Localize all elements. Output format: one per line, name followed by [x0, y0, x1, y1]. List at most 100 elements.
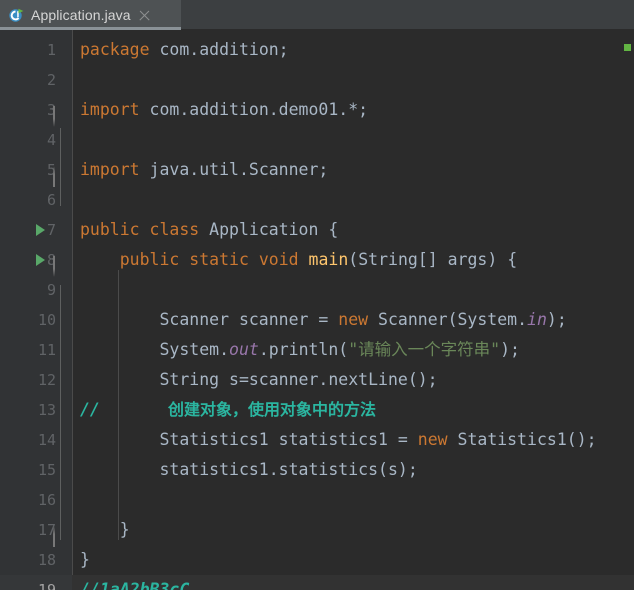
- code-token: java.util.Scanner;: [139, 160, 329, 179]
- code-token: (String[] args) {: [348, 250, 518, 269]
- code-line[interactable]: 4: [0, 125, 634, 155]
- code-text: Statistics1 statistics1 = new Statistics…: [80, 425, 597, 455]
- run-arrow-icon[interactable]: [36, 254, 45, 266]
- editor-tab-application-java[interactable]: Application.java: [0, 0, 181, 30]
- code-token: new: [417, 430, 448, 449]
- fold-marker-shape: [53, 166, 55, 187]
- code-token: //: [80, 400, 100, 419]
- code-token: package: [80, 40, 150, 59]
- code-line[interactable]: 16: [0, 485, 634, 515]
- line-number: 15: [37, 461, 56, 479]
- line-number: 14: [37, 431, 56, 449]
- run-arrow-icon[interactable]: [36, 224, 45, 236]
- code-text: Scanner scanner = new Scanner(System.in)…: [80, 305, 567, 335]
- code-text: package com.addition;: [80, 35, 289, 65]
- fold-marker-down-icon[interactable]: [53, 252, 68, 277]
- code-line[interactable]: 10 Scanner scanner = new Scanner(System.…: [0, 305, 634, 335]
- code-token: Scanner(System.: [368, 310, 528, 329]
- close-icon[interactable]: [138, 9, 151, 22]
- code-line[interactable]: 3 import com.addition.demo01.*;: [0, 95, 634, 127]
- code-line[interactable]: 5 import java.util.Scanner;: [0, 155, 634, 187]
- code-token: com.addition;: [149, 40, 289, 59]
- line-number: 7: [46, 221, 56, 239]
- fold-marker-shape: [53, 526, 55, 547]
- fold-marker-down-icon[interactable]: [53, 102, 68, 127]
- code-line[interactable]: 13 // 创建对象，使用对象中的方法: [0, 395, 634, 425]
- line-number: 4: [46, 131, 56, 149]
- code-token: public: [80, 220, 140, 239]
- code-editor[interactable]: 1 package com.addition; 2 3 import com.addit…: [0, 30, 634, 590]
- line-number: 18: [37, 551, 56, 569]
- code-token: Scanner scanner =: [80, 310, 339, 329]
- code-line[interactable]: 12 String s=scanner.nextLine();: [0, 365, 634, 395]
- code-text: import com.addition.demo01.*;: [80, 95, 368, 125]
- line-number: 8: [46, 251, 56, 269]
- fold-marker-up-icon[interactable]: [53, 522, 68, 547]
- code-line[interactable]: 11 System.out.println("请输入一个字符串");: [0, 335, 634, 365]
- code-line[interactable]: 7 public class Application {: [0, 215, 634, 245]
- code-token: Statistics1 statistics1 =: [80, 430, 418, 449]
- line-number: 1: [46, 41, 56, 59]
- code-text: }: [80, 515, 130, 545]
- fold-marker-up-icon[interactable]: [53, 162, 68, 187]
- line-number: 17: [37, 521, 56, 539]
- line-number: 12: [37, 371, 56, 389]
- code-token: System.: [80, 340, 230, 359]
- code-text: //: [80, 395, 100, 425]
- line-number: 11: [37, 341, 56, 359]
- line-number: 16: [37, 491, 56, 509]
- code-token: class: [149, 220, 200, 239]
- code-token: new: [338, 310, 369, 329]
- code-text: System.out.println("请输入一个字符串");: [80, 335, 520, 365]
- code-token: String s=scanner.nextLine();: [80, 370, 438, 389]
- code-token: main: [308, 250, 349, 269]
- code-token: import: [80, 100, 140, 119]
- code-token: public: [119, 250, 180, 269]
- code-line[interactable]: 14 Statistics1 statistics1 = new Statist…: [0, 425, 634, 455]
- code-line[interactable]: 9: [0, 275, 634, 305]
- code-line[interactable]: 15 statistics1.statistics(s);: [0, 455, 634, 485]
- line-number: 6: [46, 191, 56, 209]
- code-token: }: [80, 520, 130, 539]
- java-class-run-icon: [8, 7, 25, 24]
- editor-tab-label: Application.java: [31, 7, 131, 23]
- code-line[interactable]: 1 package com.addition;: [0, 35, 634, 65]
- code-token: "请输入一个字符串": [348, 340, 501, 359]
- code-line[interactable]: 17 }: [0, 515, 634, 547]
- code-token: in: [527, 310, 547, 329]
- code-token: out: [229, 340, 259, 359]
- code-text: public class Application {: [80, 215, 338, 245]
- ide-editor-window: Application.java 1 package com.addition; 2…: [0, 0, 634, 590]
- code-text: }: [80, 545, 90, 575]
- code-line[interactable]: 19 //1aA2bB3cC: [0, 575, 634, 590]
- code-token: );: [546, 310, 567, 329]
- line-number: 2: [46, 71, 56, 89]
- editor-tab-bar: Application.java: [0, 0, 634, 30]
- code-token: static: [189, 250, 249, 269]
- code-token: void: [258, 250, 299, 269]
- code-text: public static void main(String[] args) {: [80, 245, 517, 275]
- line-number: 19: [37, 581, 56, 590]
- code-token: .println(: [258, 340, 349, 359]
- code-line[interactable]: 2: [0, 65, 634, 95]
- code-token: import: [80, 160, 140, 179]
- line-number: 5: [46, 161, 56, 179]
- line-number: 10: [37, 311, 56, 329]
- code-line[interactable]: 8 public static void main(String[] args)…: [0, 245, 634, 277]
- line-number: 13: [37, 401, 56, 419]
- code-token: com.addition.demo01.*;: [139, 100, 369, 119]
- code-token: Statistics1();: [447, 430, 597, 449]
- code-token: statistics1.statistics(s);: [80, 460, 418, 479]
- code-line[interactable]: 6: [0, 185, 634, 215]
- code-line[interactable]: 18}: [0, 545, 634, 575]
- code-text: String s=scanner.nextLine();: [80, 365, 438, 395]
- code-token: );: [500, 340, 520, 359]
- code-text: statistics1.statistics(s);: [80, 455, 418, 485]
- comment-text: 创建对象，使用对象中的方法: [168, 400, 377, 419]
- line-number: 3: [46, 101, 56, 119]
- code-token: Application {: [199, 220, 339, 239]
